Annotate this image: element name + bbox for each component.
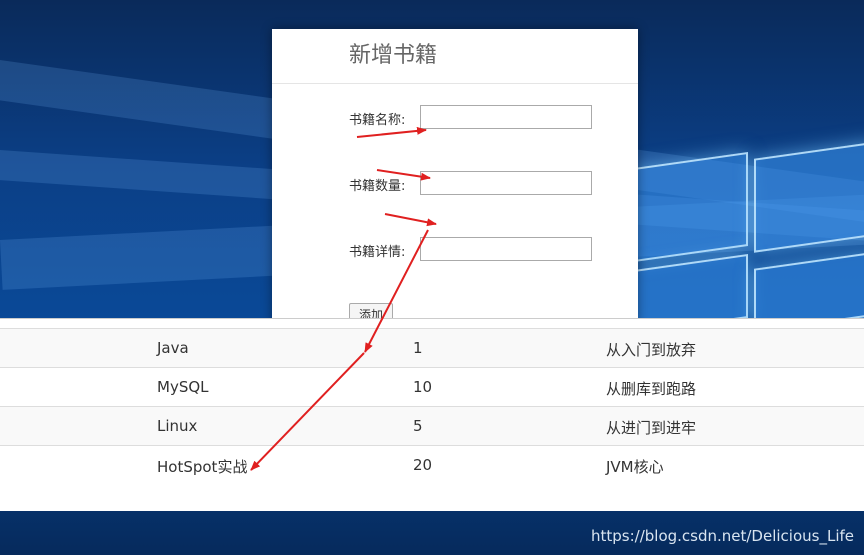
book-detail-cell: 从删库到跑路 (606, 380, 697, 398)
book-detail-cell: 从入门到放弃 (606, 341, 697, 359)
table-header-gap (0, 319, 864, 329)
book-count-cell: 20 (413, 456, 433, 474)
book-count-cell: 10 (413, 378, 433, 396)
book-count-cell: 1 (413, 339, 423, 357)
book-name-cell: Java (157, 339, 189, 357)
watermark: https://blog.csdn.net/Delicious_Life (590, 527, 854, 545)
book-name-input[interactable] (420, 105, 592, 129)
book-count-input[interactable] (420, 171, 592, 195)
book-count-label: 书籍数量: (349, 179, 406, 194)
table-row: HotSpot实战 20 JVM核心 (0, 446, 864, 484)
table-row: MySQL 10 从删库到跑路 (0, 368, 864, 407)
book-name-cell: MySQL (157, 378, 209, 396)
book-detail-input[interactable] (420, 237, 592, 261)
table-row: Linux 5 从进门到进牢 (0, 407, 864, 446)
form-divider (272, 83, 638, 84)
form-title: 新增书籍 (349, 43, 438, 68)
windows-logo (624, 141, 864, 335)
add-book-form: 新增书籍 书籍名称: 书籍数量: 书籍详情: 添加 (272, 29, 638, 324)
table-row: Java 1 从入门到放弃 (0, 329, 864, 368)
book-detail-cell: 从进门到进牢 (606, 419, 697, 437)
book-table: Java 1 从入门到放弃 MySQL 10 从删库到跑路 Linux 5 从进… (0, 318, 864, 511)
book-name-label: 书籍名称: (349, 113, 406, 128)
book-name-cell: HotSpot实战 (157, 458, 248, 476)
book-count-cell: 5 (413, 417, 423, 435)
book-detail-cell: JVM核心 (606, 458, 664, 476)
book-name-cell: Linux (157, 417, 198, 435)
book-detail-label: 书籍详情: (349, 245, 406, 260)
